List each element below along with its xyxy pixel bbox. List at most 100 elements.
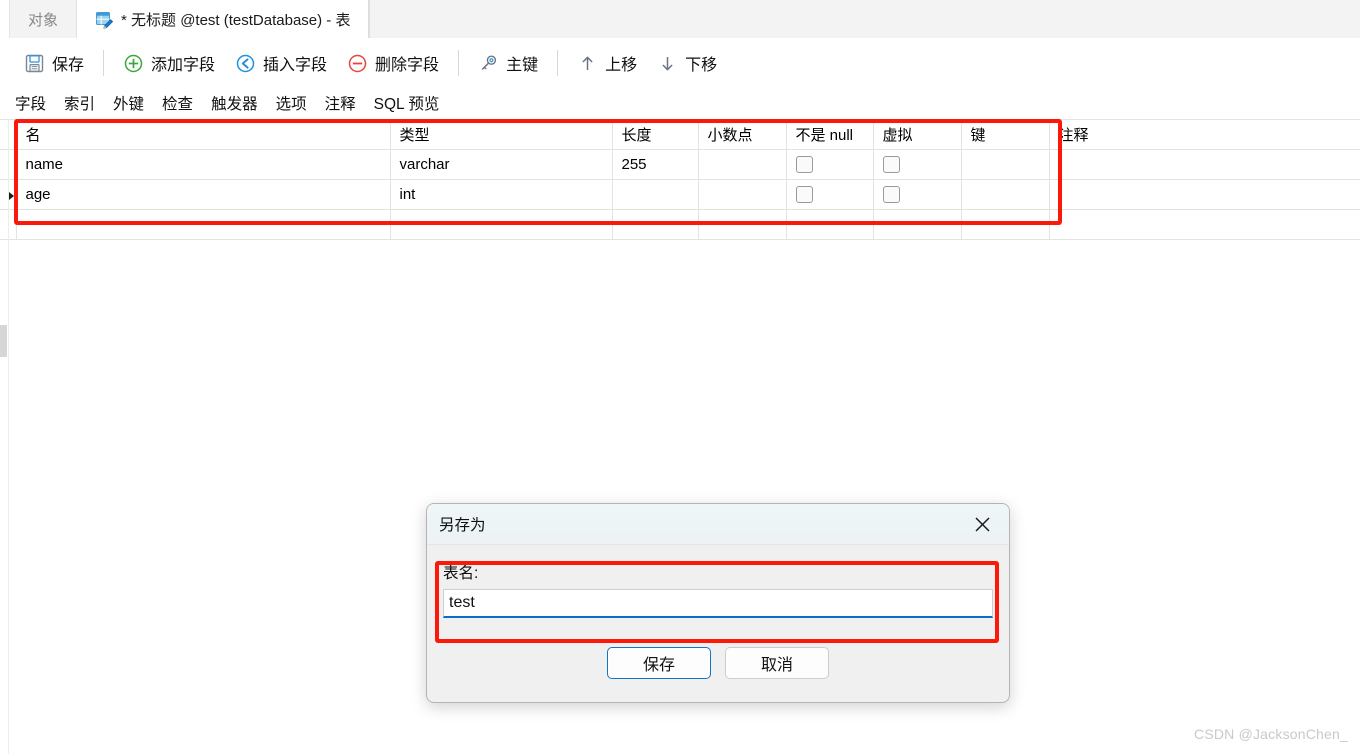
cell-notnull[interactable]: [786, 149, 874, 180]
cell-key[interactable]: [961, 149, 1050, 180]
notnull-checkbox[interactable]: [795, 156, 813, 174]
insert-field-button[interactable]: 插入字段: [225, 46, 337, 80]
cell-virtual[interactable]: [873, 209, 962, 240]
tab-fields[interactable]: 字段: [6, 91, 55, 119]
column-header-virtual[interactable]: 虚拟: [873, 119, 962, 150]
cell-key[interactable]: [961, 179, 1050, 210]
cell-type[interactable]: [390, 209, 613, 240]
cell-key[interactable]: [961, 209, 1050, 240]
tab-options[interactable]: 选项: [267, 91, 316, 119]
tab-comment-label: 注释: [324, 96, 356, 113]
toolbar-separator-3: [557, 50, 559, 76]
fields-grid-header-row: 名 类型 长度 小数点 不是 null 虚拟 键 注释: [0, 119, 1360, 150]
close-icon[interactable]: [965, 509, 999, 539]
cell-length[interactable]: [612, 209, 699, 240]
cell-length[interactable]: 255: [612, 149, 699, 180]
cell-name[interactable]: name: [16, 149, 391, 180]
arrow-down-icon: [657, 53, 678, 74]
dialog-cancel-button[interactable]: 取消: [725, 647, 829, 679]
tab-comment[interactable]: 注释: [316, 91, 365, 119]
dialog-save-button[interactable]: 保存: [607, 647, 711, 679]
table-edit-icon: [95, 10, 114, 29]
column-header-notnull[interactable]: 不是 null: [786, 119, 874, 150]
move-up-button[interactable]: 上移: [567, 46, 647, 80]
cell-type[interactable]: varchar: [390, 149, 613, 180]
tab-indexes-label: 索引: [64, 96, 96, 113]
tab-checks[interactable]: 检查: [153, 91, 202, 119]
fields-grid: 名 类型 长度 小数点 不是 null 虚拟 键 注释 name varchar…: [0, 119, 1360, 240]
tab-strip-filler: [369, 0, 1360, 38]
table-row[interactable]: age int: [0, 179, 1360, 210]
window-tab-strip: 对象 * 无标题 @test (testDatabase) - 表: [0, 0, 1360, 39]
save-button-label: 保存: [52, 57, 85, 74]
column-header-name[interactable]: 名: [16, 119, 391, 150]
move-down-button[interactable]: 下移: [647, 46, 727, 80]
tab-fields-label: 字段: [15, 96, 47, 113]
column-header-type[interactable]: 类型: [390, 119, 613, 150]
dialog-body: 表名:: [427, 545, 1009, 618]
cell-notnull[interactable]: [786, 209, 874, 240]
cell-comment[interactable]: [1049, 179, 1360, 210]
arrow-left-circle-icon: [235, 53, 256, 74]
cell-name[interactable]: [16, 209, 391, 240]
table-name-label: 表名:: [443, 565, 479, 582]
cell-decimals[interactable]: [698, 209, 787, 240]
cell-notnull[interactable]: [786, 179, 874, 210]
insert-field-button-label: 插入字段: [263, 57, 328, 74]
window-tab-table-designer[interactable]: * 无标题 @test (testDatabase) - 表: [77, 0, 370, 38]
move-down-button-label: 下移: [685, 57, 718, 74]
window-tab-objects-label: 对象: [28, 11, 59, 29]
column-header-length[interactable]: 长度: [612, 119, 699, 150]
watermark: CSDN @JacksonChen_: [1194, 726, 1348, 742]
designer-tab-bar: 字段 索引 外键 检查 触发器 选项 注释 SQL 预览: [0, 88, 1360, 119]
cell-type[interactable]: int: [390, 179, 613, 210]
virtual-checkbox[interactable]: [882, 156, 900, 174]
dialog-button-row: 保存 取消: [427, 647, 1009, 679]
tab-sql-preview-label: SQL 预览: [373, 96, 440, 113]
cell-virtual[interactable]: [873, 179, 962, 210]
cell-comment[interactable]: [1049, 149, 1360, 180]
fields-grid-container: 名 类型 长度 小数点 不是 null 虚拟 键 注释 name varchar…: [0, 119, 1360, 240]
tab-sql-preview[interactable]: SQL 预览: [365, 91, 449, 119]
virtual-checkbox[interactable]: [882, 186, 900, 204]
arrow-up-icon: [577, 53, 598, 74]
cell-decimals[interactable]: [698, 179, 787, 210]
window-tab-table-designer-label: * 无标题 @test (testDatabase) - 表: [121, 11, 351, 29]
cell-decimals[interactable]: [698, 149, 787, 180]
tab-options-label: 选项: [275, 96, 307, 113]
vertical-scrollbar-thumb[interactable]: [0, 325, 7, 357]
add-field-button-label: 添加字段: [151, 57, 216, 74]
key-icon: [478, 53, 499, 74]
cell-name[interactable]: age: [16, 179, 391, 210]
dialog-title: 另存为: [439, 517, 486, 534]
primary-key-button-label: 主键: [506, 57, 539, 74]
cell-virtual[interactable]: [873, 149, 962, 180]
column-header-comment[interactable]: 注释: [1049, 119, 1360, 150]
delete-field-button[interactable]: 删除字段: [337, 46, 449, 80]
save-as-dialog: 另存为 表名: 保存 取消: [426, 503, 1010, 703]
notnull-checkbox[interactable]: [795, 186, 813, 204]
tab-foreign-keys[interactable]: 外键: [104, 91, 153, 119]
save-icon: [24, 53, 45, 74]
tab-triggers-label: 触发器: [211, 96, 258, 113]
column-header-key[interactable]: 键: [961, 119, 1050, 150]
tab-triggers[interactable]: 触发器: [202, 91, 267, 119]
cell-length[interactable]: [612, 179, 699, 210]
column-header-decimals[interactable]: 小数点: [698, 119, 787, 150]
move-up-button-label: 上移: [605, 57, 638, 74]
primary-key-button[interactable]: 主键: [468, 46, 548, 80]
tab-indexes[interactable]: 索引: [55, 91, 104, 119]
table-name-input[interactable]: [443, 589, 993, 618]
save-button[interactable]: 保存: [14, 46, 94, 80]
tab-strip-left-pad: [0, 0, 10, 38]
table-row[interactable]: [0, 209, 1360, 240]
toolbar-separator-2: [458, 50, 460, 76]
delete-field-button-label: 删除字段: [375, 57, 440, 74]
dialog-title-bar: 另存为: [427, 504, 1009, 545]
toolbar: 保存 添加字段 插入字段 删除字段 主键 上移 下移: [0, 38, 1360, 88]
add-field-button[interactable]: 添加字段: [113, 46, 225, 80]
table-row[interactable]: name varchar 255: [0, 149, 1360, 180]
cell-comment[interactable]: [1049, 209, 1360, 240]
toolbar-separator-1: [103, 50, 105, 76]
window-tab-objects[interactable]: 对象: [10, 0, 78, 38]
